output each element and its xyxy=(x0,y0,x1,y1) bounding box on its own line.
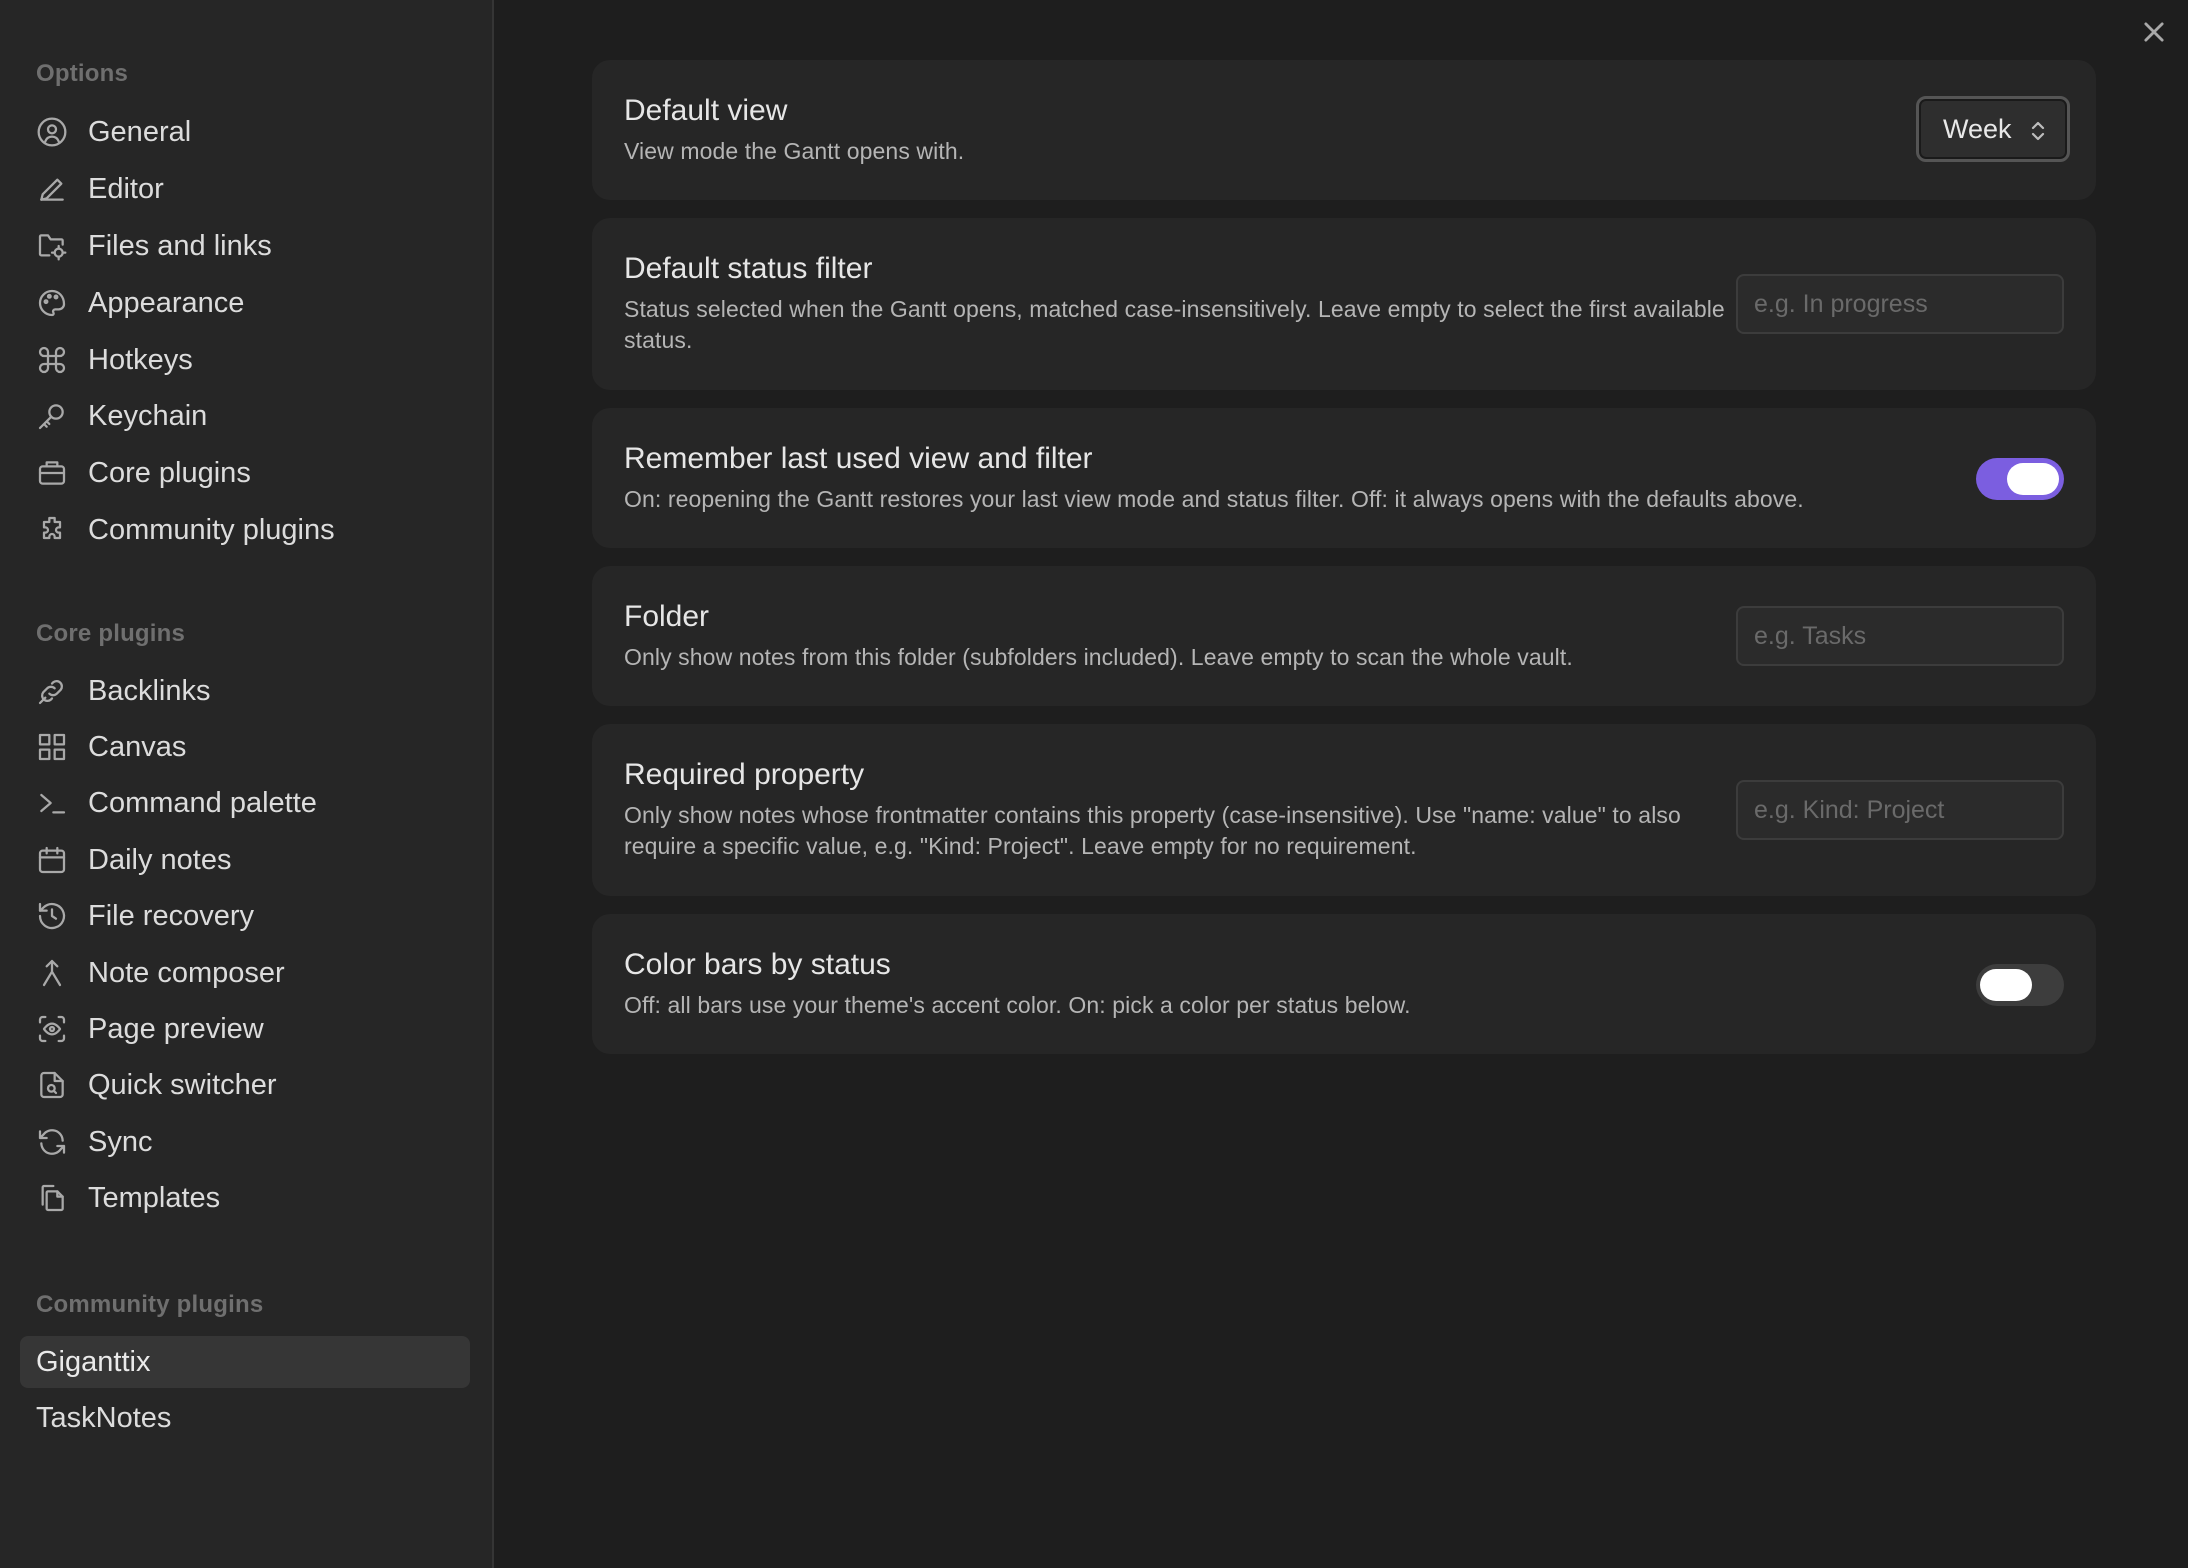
sidebar-item-label: Daily notes xyxy=(88,843,232,876)
sidebar-item-label: Community plugins xyxy=(88,513,335,546)
sidebar-item-label: Canvas xyxy=(88,730,187,763)
sidebar-item-label: Keychain xyxy=(88,399,208,432)
setting-description: Only show notes from this folder (subfol… xyxy=(624,644,1573,670)
merge-icon xyxy=(36,957,68,989)
sidebar-item-label: Note composer xyxy=(88,956,285,989)
setting-default-status-filter: Default status filter Status selected wh… xyxy=(592,218,2096,390)
sidebar-item-label: Editor xyxy=(88,172,164,205)
eye-scan-icon xyxy=(36,1013,68,1045)
settings-modal: Options General Editor Files and links A… xyxy=(0,0,2188,1568)
toggle-knob xyxy=(1980,969,2032,1001)
pencil-icon xyxy=(36,173,68,205)
setting-default-view: Default view View mode the Gantt opens w… xyxy=(592,60,2096,200)
sidebar-item-label: Files and links xyxy=(88,229,272,262)
setting-name: Folder xyxy=(624,600,710,633)
sidebar-item-appearance[interactable]: Appearance xyxy=(20,277,470,329)
options-section-title: Options xyxy=(36,60,129,87)
sidebar-item-label: File recovery xyxy=(88,899,254,932)
sidebar-item-command-palette[interactable]: Command palette xyxy=(20,777,470,829)
setting-color-bars-by-status: Color bars by status Off: all bars use y… xyxy=(592,914,2096,1054)
sidebar-item-daily-notes[interactable]: Daily notes xyxy=(20,834,470,886)
sidebar-item-label: Core plugins xyxy=(88,456,251,489)
terminal-icon xyxy=(36,787,68,819)
sidebar-item-label: Backlinks xyxy=(88,674,211,707)
sidebar-item-label: Sync xyxy=(88,1125,153,1158)
sidebar-item-canvas[interactable]: Canvas xyxy=(20,721,470,773)
sidebar-item-label: Command palette xyxy=(88,786,317,819)
color-bars-toggle[interactable] xyxy=(1976,964,2064,1006)
setting-name: Color bars by status xyxy=(624,948,891,981)
default-view-dropdown[interactable]: Week xyxy=(1916,96,2070,162)
sidebar-item-label: Page preview xyxy=(88,1012,264,1045)
history-icon xyxy=(36,900,68,932)
refresh-icon xyxy=(36,1126,68,1158)
status-filter-input[interactable] xyxy=(1736,274,2064,334)
sidebar-item-label: TaskNotes xyxy=(36,1401,172,1434)
chevron-up-down-icon xyxy=(2027,118,2049,144)
dropdown-value: Week xyxy=(1943,113,2012,144)
sidebar-item-backlinks[interactable]: Backlinks xyxy=(20,665,470,717)
sidebar-item-general[interactable]: General xyxy=(20,106,470,158)
core-plugins-section-title: Core plugins xyxy=(36,620,186,647)
setting-description: Only show notes whose frontmatter contai… xyxy=(624,802,1681,859)
sidebar-item-file-recovery[interactable]: File recovery xyxy=(20,890,470,942)
sidebar-item-keychain[interactable]: Keychain xyxy=(20,390,470,442)
close-icon xyxy=(2144,22,2164,42)
palette-icon xyxy=(36,287,68,319)
sidebar-item-label: General xyxy=(88,115,192,148)
sidebar-item-editor[interactable]: Editor xyxy=(20,163,470,215)
backlink-icon xyxy=(36,675,68,707)
setting-required-property: Required property Only show notes whose … xyxy=(592,724,2096,896)
setting-name: Default view xyxy=(624,94,788,127)
required-property-input[interactable] xyxy=(1736,780,2064,840)
sidebar-item-label: Hotkeys xyxy=(88,343,193,376)
settings-sidebar: Options General Editor Files and links A… xyxy=(0,0,494,1568)
command-icon xyxy=(36,344,68,376)
folder-input[interactable] xyxy=(1736,606,2064,666)
briefcase-icon xyxy=(36,457,68,489)
user-circle-icon xyxy=(36,116,68,148)
calendar-icon xyxy=(36,844,68,876)
sidebar-item-label: Quick switcher xyxy=(88,1068,277,1101)
community-plugins-section-title: Community plugins xyxy=(36,1291,264,1318)
sidebar-item-page-preview[interactable]: Page preview xyxy=(20,1003,470,1055)
sidebar-item-quick-switcher[interactable]: Quick switcher xyxy=(20,1059,470,1111)
setting-description: Status selected when the Gantt opens, ma… xyxy=(624,296,1725,353)
file-search-icon xyxy=(36,1069,68,1101)
sidebar-item-giganttix[interactable]: Giganttix xyxy=(20,1336,470,1388)
setting-description: View mode the Gantt opens with. xyxy=(624,138,965,164)
remember-toggle[interactable] xyxy=(1976,458,2064,500)
sidebar-item-sync[interactable]: Sync xyxy=(20,1116,470,1168)
close-button[interactable] xyxy=(2136,14,2172,50)
setting-description: On: reopening the Gantt restores your la… xyxy=(624,486,1804,512)
sidebar-item-label: Appearance xyxy=(88,286,245,319)
sidebar-item-community-plugins[interactable]: Community plugins xyxy=(20,504,470,556)
setting-remember-last-used: Remember last used view and filter On: r… xyxy=(592,408,2096,548)
setting-folder: Folder Only show notes from this folder … xyxy=(592,566,2096,706)
layout-dashboard-icon xyxy=(36,731,68,763)
sidebar-item-label: Templates xyxy=(88,1181,221,1214)
folder-cog-icon xyxy=(36,230,68,262)
key-icon xyxy=(36,400,68,432)
sidebar-item-core-plugins[interactable]: Core plugins xyxy=(20,447,470,499)
sidebar-item-hotkeys[interactable]: Hotkeys xyxy=(20,334,470,386)
sidebar-item-label: Giganttix xyxy=(36,1345,151,1378)
setting-name: Required property xyxy=(624,758,865,791)
sidebar-item-templates[interactable]: Templates xyxy=(20,1172,470,1224)
sidebar-item-note-composer[interactable]: Note composer xyxy=(20,947,470,999)
sidebar-item-tasknotes[interactable]: TaskNotes xyxy=(20,1392,470,1444)
setting-description: Off: all bars use your theme's accent co… xyxy=(624,992,1411,1018)
copy-files-icon xyxy=(36,1182,68,1214)
toggle-knob xyxy=(2007,463,2059,495)
setting-name: Remember last used view and filter xyxy=(624,442,1093,475)
setting-name: Default status filter xyxy=(624,252,873,285)
puzzle-icon xyxy=(36,514,68,546)
sidebar-item-files-and-links[interactable]: Files and links xyxy=(20,220,470,272)
